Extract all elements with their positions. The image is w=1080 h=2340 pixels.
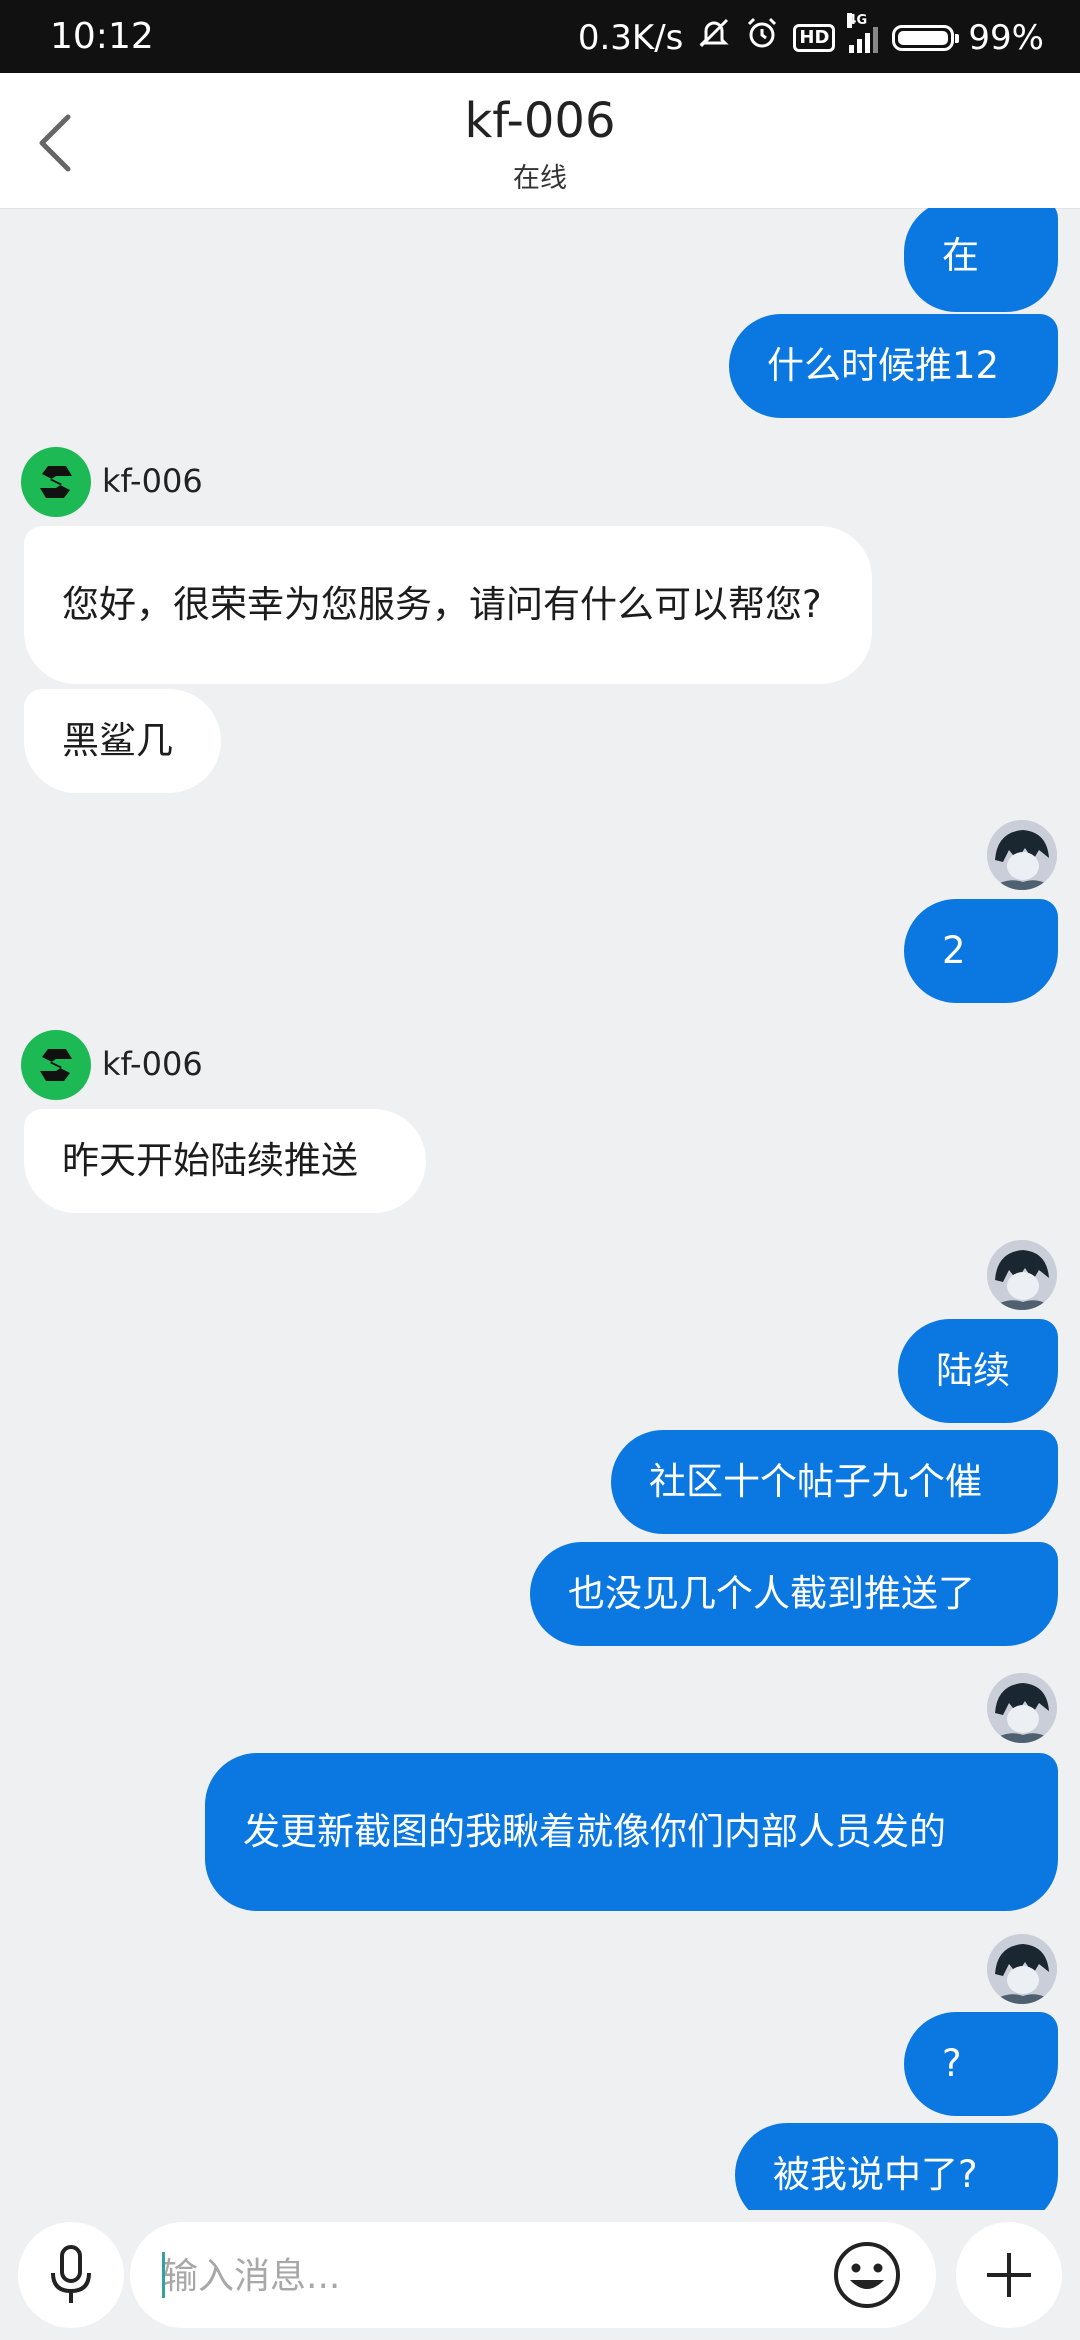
message-input-container[interactable] xyxy=(130,2222,936,2328)
contact-status: 在线 xyxy=(513,163,567,194)
mute-bell-icon xyxy=(697,16,731,59)
message-text: 被我说中了? xyxy=(773,2153,978,2196)
smiley-icon xyxy=(834,2242,900,2308)
emoji-button[interactable] xyxy=(830,2238,904,2312)
brand-s-logo-icon xyxy=(40,1049,72,1081)
agent-avatar[interactable] xyxy=(21,447,91,517)
network-type: 4G xyxy=(847,12,868,28)
message-bubble-mine[interactable]: 也没见几个人截到推送了 xyxy=(530,1542,1058,1646)
battery-fill xyxy=(898,30,948,45)
message-text: 黑鲨几 xyxy=(62,719,173,762)
battery-percent: 99% xyxy=(968,17,1044,58)
user-avatar[interactable] xyxy=(987,1673,1057,1743)
text-cursor xyxy=(162,2252,165,2298)
message-bubble-mine[interactable]: ? xyxy=(904,2012,1058,2116)
message-bubble-mine[interactable]: 什么时候推12 xyxy=(729,314,1058,418)
message-text: 昨天开始陆续推送 xyxy=(62,1139,358,1182)
status-bar: 10:12 0.3K/s HD 4G 99% xyxy=(0,0,1080,73)
network-speed: 0.3K/s xyxy=(577,17,684,58)
message-bubble-mine[interactable]: 社区十个帖子九个催 xyxy=(611,1430,1058,1534)
anime-avatar-icon xyxy=(987,820,1057,890)
message-text: 陆续 xyxy=(936,1349,1010,1392)
voice-button[interactable] xyxy=(18,2222,124,2328)
message-text: 在 xyxy=(942,234,979,277)
user-avatar[interactable] xyxy=(987,1240,1057,1310)
message-bubble-mine[interactable]: 2 xyxy=(904,899,1058,1003)
chat-header: kf-006 在线 xyxy=(0,73,1080,209)
message-text: ? xyxy=(942,2042,962,2085)
message-text: 2 xyxy=(942,929,966,972)
user-avatar[interactable] xyxy=(987,1934,1057,2004)
anime-avatar-icon xyxy=(987,1240,1057,1310)
anime-avatar-icon xyxy=(987,1934,1057,2004)
composer-bar xyxy=(0,2210,1080,2340)
message-bubble-mine[interactable]: 在 xyxy=(904,208,1058,312)
contact-name: kf-006 xyxy=(464,93,616,149)
brand-s-logo-icon xyxy=(40,466,72,498)
user-avatar[interactable] xyxy=(987,820,1057,890)
anime-avatar-icon xyxy=(987,1673,1057,1743)
microphone-icon xyxy=(51,2245,91,2303)
message-bubble-mine[interactable]: 陆续 xyxy=(898,1319,1058,1423)
message-bubble-mine[interactable]: 发更新截图的我瞅着就像你们内部人员发的 xyxy=(205,1753,1058,1911)
more-button[interactable] xyxy=(956,2222,1062,2328)
message-text: 什么时候推12 xyxy=(767,344,1000,387)
message-text: 您好，很荣幸为您服务，请问有什么可以帮您? xyxy=(62,583,822,626)
agent-avatar[interactable] xyxy=(21,1030,91,1100)
message-text: 社区十个帖子九个催 xyxy=(649,1460,982,1503)
alarm-icon xyxy=(745,16,779,59)
message-text: 也没见几个人截到推送了 xyxy=(568,1572,975,1615)
signal-icon: 4G xyxy=(847,12,879,53)
message-text: 发更新截图的我瞅着就像你们内部人员发的 xyxy=(243,1810,946,1853)
plus-icon xyxy=(987,2253,1031,2297)
sender-name: kf-006 xyxy=(102,462,203,500)
battery-icon xyxy=(892,24,960,51)
message-bubble-mine[interactable]: 被我说中了? xyxy=(735,2123,1058,2210)
message-bubble-theirs[interactable]: 黑鲨几 xyxy=(24,689,221,793)
clock: 10:12 xyxy=(50,16,154,57)
message-bubble-theirs[interactable]: 您好，很荣幸为您服务，请问有什么可以帮您? xyxy=(24,526,872,684)
hd-badge: HD xyxy=(793,23,836,52)
status-icons: 0.3K/s HD 4G 99% xyxy=(577,12,1044,59)
message-input[interactable] xyxy=(160,2244,824,2308)
message-list[interactable]: 在 什么时候推12 kf-006 您好，很荣幸为您服务，请问有什么可以帮您? 黑… xyxy=(0,208,1080,2210)
message-bubble-theirs[interactable]: 昨天开始陆续推送 xyxy=(24,1109,426,1213)
sender-name: kf-006 xyxy=(102,1045,203,1083)
